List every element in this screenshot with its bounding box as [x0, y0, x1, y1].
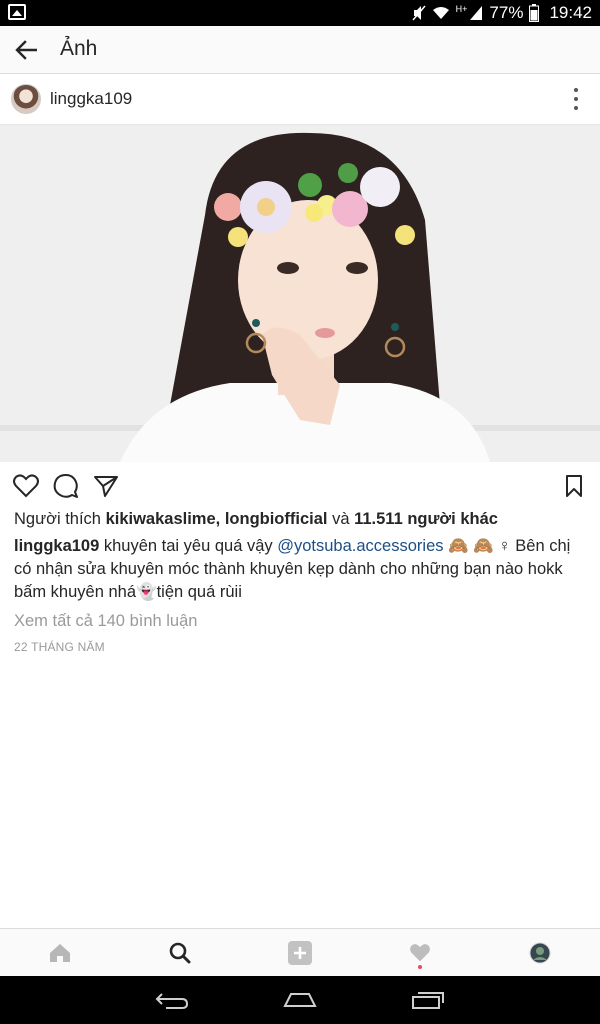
share-button[interactable]	[92, 472, 120, 500]
heart-outline-icon	[13, 474, 39, 498]
bottom-tab-bar	[0, 928, 600, 976]
dot	[574, 97, 578, 101]
nav-home-button[interactable]	[275, 984, 325, 1016]
caption-text-3: tiện quá rùii	[156, 583, 242, 601]
tab-home[interactable]	[30, 929, 90, 977]
post-header: linggka109	[0, 74, 600, 125]
battery-percent: 77%	[489, 3, 524, 22]
post-date: 22 THÁNG NĂM	[14, 640, 105, 654]
nav-back-button[interactable]	[147, 984, 197, 1016]
like-button[interactable]	[12, 472, 40, 500]
avatar[interactable]	[11, 84, 41, 114]
caption-username[interactable]: linggka109	[14, 537, 99, 555]
back-button[interactable]	[10, 34, 42, 66]
mute-icon	[412, 5, 426, 21]
arrow-left-icon	[15, 40, 37, 60]
wifi-icon	[432, 7, 449, 19]
system-back-icon	[155, 993, 189, 1009]
tab-add[interactable]	[270, 929, 330, 977]
profile-avatar-icon	[529, 942, 551, 964]
post-photo[interactable]	[0, 125, 600, 462]
save-button[interactable]	[560, 472, 588, 500]
gallery-notification-icon	[8, 4, 26, 20]
caption-mention[interactable]: @yotsuba.accessories	[277, 537, 443, 555]
post-actions	[0, 466, 600, 506]
comment-bubble-icon	[53, 474, 78, 498]
home-icon	[50, 944, 70, 962]
likes-conjunction: và	[327, 510, 355, 528]
bookmark-icon	[566, 475, 582, 497]
system-recents-icon	[412, 992, 444, 1009]
clock: 19:42	[549, 3, 592, 22]
dot	[574, 88, 578, 92]
post-caption: linggka109 khuyên tai yêu quá vậy @yotsu…	[14, 535, 588, 604]
system-home-icon	[283, 993, 317, 1007]
likes-summary[interactable]: Người thích kikiwakaslime, longbiofficia…	[14, 508, 590, 530]
tab-search[interactable]	[150, 929, 210, 977]
network-type: H+	[455, 4, 468, 14]
heart-icon	[410, 944, 430, 962]
likes-others[interactable]: 11.511 người khác	[354, 510, 498, 528]
status-indicators: H+ 77% 19:42	[412, 0, 592, 26]
status-bar: H+ 77% 19:42	[0, 0, 600, 26]
app-bar: Ảnh	[0, 26, 600, 74]
nav-recents-button[interactable]	[403, 984, 453, 1016]
post-username[interactable]: linggka109	[50, 74, 132, 124]
more-options-button[interactable]	[566, 88, 586, 110]
view-all-comments-link[interactable]: Xem tất cả 140 bình luận	[14, 610, 197, 632]
caption-text-1: khuyên tai yêu quá vậy	[99, 537, 278, 555]
liker-names[interactable]: kikiwakaslime, longbiofficial	[106, 510, 328, 528]
tab-activity[interactable]	[390, 929, 450, 977]
tab-profile[interactable]	[510, 929, 570, 977]
plus-square-icon	[288, 941, 312, 965]
signal-icon	[470, 6, 483, 20]
page-title: Ảnh	[60, 37, 98, 60]
likes-prefix: Người thích	[14, 510, 106, 528]
battery-icon	[529, 4, 540, 22]
notification-dot	[418, 965, 422, 969]
comment-button[interactable]	[52, 472, 80, 500]
caption-emoji-2: 👻	[136, 583, 157, 601]
caption-emoji-1: 🙈 🙈	[443, 537, 499, 555]
dot	[574, 106, 578, 110]
search-icon	[169, 942, 191, 964]
photo-illustration	[0, 125, 600, 462]
system-nav-bar	[0, 976, 600, 1024]
paper-plane-icon	[94, 476, 118, 497]
